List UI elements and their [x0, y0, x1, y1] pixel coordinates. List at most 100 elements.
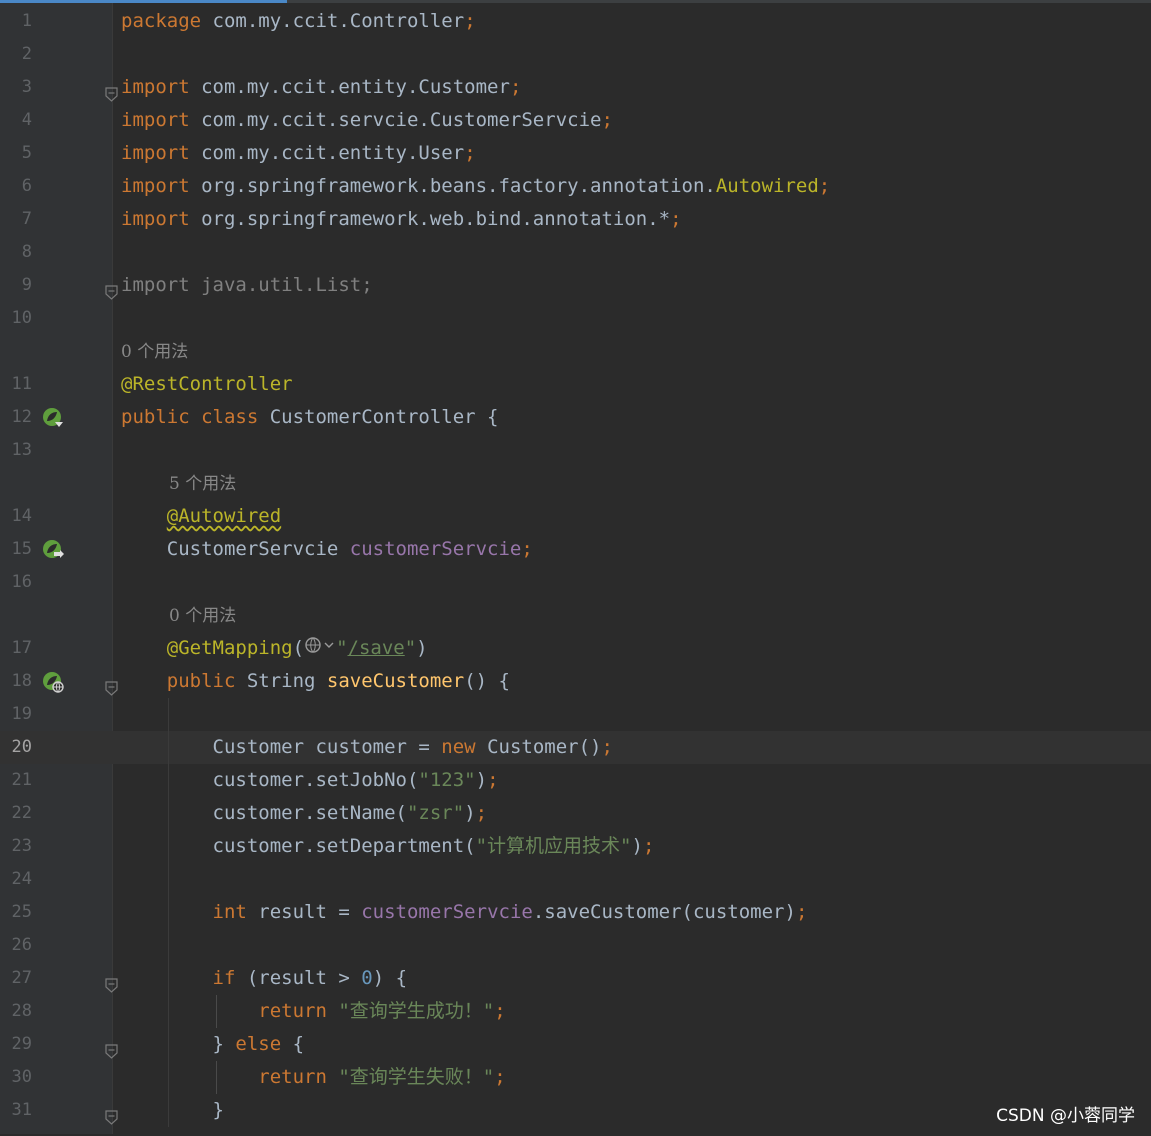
line-number: 22: [11, 803, 32, 823]
code-line[interactable]: 1 package com.my.ccit.Controller;: [0, 5, 1151, 38]
code-line[interactable]: 2: [0, 38, 1151, 71]
line-number: 20: [11, 737, 32, 757]
code-token: customer.setDepartment(: [121, 835, 476, 857]
code-text: } else {: [121, 1028, 305, 1061]
code-line[interactable]: 18 public String saveCustomer() {: [0, 665, 1151, 698]
code-token: new: [441, 736, 488, 758]
code-line[interactable]: 19: [0, 698, 1151, 731]
spring-bean-icon[interactable]: [42, 407, 64, 429]
code-token: customer.setName(: [121, 802, 407, 824]
code-token: {: [292, 1033, 305, 1055]
code-line[interactable]: 17 @GetMapping("/save"): [0, 632, 1151, 665]
code-token: Customer(): [487, 736, 602, 758]
fold-marker-icon[interactable]: [105, 80, 118, 102]
usage-hint-row[interactable]: 5 个用法: [0, 467, 1151, 500]
code-line[interactable]: 11 @RestController: [0, 368, 1151, 401]
code-token: ): [416, 637, 428, 659]
code-line[interactable]: 25 int result = customerServcie.saveCust…: [0, 896, 1151, 929]
code-token: public: [121, 670, 247, 692]
code-editor[interactable]: 1 package com.my.ccit.Controller; 2 3 import…: [0, 5, 1151, 1127]
code-line[interactable]: 31 }: [0, 1094, 1151, 1127]
code-token: ;: [818, 175, 831, 197]
code-token: return: [121, 1000, 339, 1022]
code-line[interactable]: 30 return "查询学生失败！";: [0, 1061, 1151, 1094]
usage-count-hint[interactable]: 5 个用法: [169, 474, 236, 494]
code-line[interactable]: 29 } else {: [0, 1028, 1151, 1061]
fold-marker-icon[interactable]: [105, 1037, 118, 1059]
code-text: CustomerServcie customerServcie;: [121, 533, 533, 566]
code-line[interactable]: 12 public class CustomerController {: [0, 401, 1151, 434]
usage-hint-row[interactable]: 0 个用法: [0, 335, 1151, 368]
code-token: (: [292, 637, 305, 659]
code-line[interactable]: 10: [0, 302, 1151, 335]
code-token: else: [235, 1033, 293, 1055]
code-line[interactable]: 24: [0, 863, 1151, 896]
usage-count-hint[interactable]: 0 个用法: [169, 606, 236, 626]
code-token: org.springframework.web.bind.annotation.…: [189, 208, 671, 230]
code-line[interactable]: 20 Customer customer = new Customer();: [0, 731, 1151, 764]
code-line[interactable]: 9 import java.util.List;: [0, 269, 1151, 302]
code-token: "123": [418, 769, 476, 791]
code-line[interactable]: 5 import com.my.ccit.entity.User;: [0, 137, 1151, 170]
code-token: }: [121, 1099, 224, 1121]
code-line[interactable]: 3 import com.my.ccit.entity.Customer;: [0, 71, 1151, 104]
code-line[interactable]: 14 @Autowired: [0, 500, 1151, 533]
code-token: CustomerController {: [269, 406, 499, 428]
code-token: String: [246, 670, 327, 692]
code-token: result =: [258, 901, 362, 923]
code-line[interactable]: 23 customer.setDepartment("计算机应用技术");: [0, 830, 1151, 863]
code-token: public class: [121, 406, 270, 428]
code-token: customerServcie: [361, 901, 533, 923]
code-token: com.my.ccit.entity.Customer: [189, 76, 510, 98]
code-line[interactable]: 15 CustomerServcie customerServcie;: [0, 533, 1151, 566]
code-text: }: [121, 1094, 224, 1127]
code-text: @RestController: [121, 368, 293, 401]
fold-marker-icon[interactable]: [105, 278, 118, 300]
code-text: import org.springframework.web.bind.anno…: [121, 203, 682, 236]
code-line[interactable]: 27 if (result > 0) {: [0, 962, 1151, 995]
fold-marker-icon[interactable]: [105, 1103, 118, 1125]
code-token: /save: [347, 637, 405, 659]
line-number: 16: [11, 572, 32, 592]
spring-inject-icon[interactable]: [42, 539, 64, 561]
fold-marker-icon[interactable]: [105, 674, 118, 696]
code-line[interactable]: 7 import org.springframework.web.bind.ann…: [0, 203, 1151, 236]
code-token: "计算机应用技术": [475, 835, 632, 857]
code-token: @Autowired: [166, 505, 282, 527]
code-line[interactable]: 16: [0, 566, 1151, 599]
code-token: import: [121, 76, 190, 98]
url-globe-icon[interactable]: [304, 632, 336, 665]
code-line[interactable]: 22 customer.setName("zsr");: [0, 797, 1151, 830]
line-number: 14: [11, 506, 32, 526]
fold-marker-icon[interactable]: [105, 971, 118, 993]
code-text: public String saveCustomer() {: [121, 665, 510, 698]
code-token: ;: [521, 538, 533, 560]
code-token: (result >: [246, 967, 362, 989]
usage-hint-row[interactable]: 0 个用法: [0, 599, 1151, 632]
code-line[interactable]: 28 return "查询学生成功！";: [0, 995, 1151, 1028]
code-token: ;: [670, 208, 682, 230]
line-number: 8: [21, 242, 32, 262]
indent-guide: [216, 995, 217, 1028]
line-number: 29: [11, 1034, 32, 1054]
code-token: ;: [494, 1000, 506, 1022]
spring-web-icon[interactable]: [42, 671, 64, 693]
code-token: }: [121, 1033, 236, 1055]
code-token: @GetMapping: [166, 637, 293, 659]
code-text: @GetMapping("/save"): [121, 632, 428, 665]
code-line[interactable]: 21 customer.setJobNo("123");: [0, 764, 1151, 797]
usage-count-hint[interactable]: 0 个用法: [121, 342, 188, 362]
code-token: return: [121, 1066, 339, 1088]
code-line[interactable]: 13: [0, 434, 1151, 467]
code-line[interactable]: 26: [0, 929, 1151, 962]
code-text: 0 个用法: [169, 599, 236, 633]
code-token: ;: [487, 769, 499, 791]
code-line[interactable]: 8: [0, 236, 1151, 269]
code-token: ;: [464, 142, 476, 164]
code-text: import java.util.List;: [121, 269, 373, 302]
code-line[interactable]: 6 import org.springframework.beans.factor…: [0, 170, 1151, 203]
code-line[interactable]: 4 import com.my.ccit.servcie.CustomerServ…: [0, 104, 1151, 137]
code-text: package com.my.ccit.Controller;: [121, 5, 476, 38]
indent-guide: [216, 1061, 217, 1094]
